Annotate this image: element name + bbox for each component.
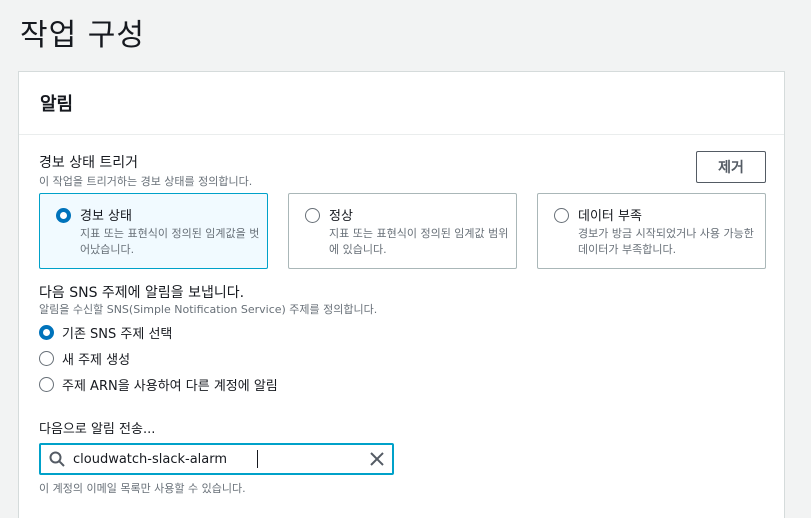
insufficient-data-radio[interactable] (554, 208, 569, 223)
alarm-state-trigger-description: 이 작업을 트리거하는 경보 상태를 정의합니다. (39, 175, 253, 188)
notification-panel: 알림 경보 상태 트리거 이 작업을 트리거하는 경보 상태를 정의합니다. 제… (18, 71, 785, 518)
clear-icon[interactable] (369, 451, 385, 471)
tile-description: 경보가 방금 시작되었거나 사용 가능한 데이터가 부족합니다. (578, 227, 754, 256)
topic-arn-label: 주제 ARN을 사용하여 다른 계정에 알림 (62, 379, 278, 394)
topic-search-input[interactable] (73, 449, 358, 469)
panel-title: 알림 (40, 94, 74, 115)
tile-title: 정상 (329, 209, 353, 224)
sns-topic-description: 알림을 수신할 SNS(Simple Notification Service)… (39, 303, 378, 316)
tile-description: 지표 또는 표현식이 정의된 임계값을 벗어났습니다. (80, 227, 260, 256)
alarm-state-trigger-label: 경보 상태 트리거 (39, 155, 139, 171)
text-caret (257, 450, 258, 468)
new-topic-label: 새 주제 생성 (62, 353, 131, 368)
tile-title: 경보 상태 (80, 209, 132, 224)
tile-insufficient-data[interactable]: 데이터 부족 경보가 방금 시작되었거나 사용 가능한 데이터가 부족합니다. (537, 193, 766, 269)
tile-in-alarm[interactable]: 경보 상태 지표 또는 표현식이 정의된 임계값을 벗어났습니다. (39, 193, 268, 269)
tile-title: 데이터 부족 (578, 209, 642, 224)
ok-radio[interactable] (305, 208, 320, 223)
page-title: 작업 구성 (20, 18, 145, 53)
existing-topic-radio[interactable] (39, 325, 54, 340)
remove-button[interactable]: 제거 (696, 151, 766, 183)
sns-topic-label: 다음 SNS 주제에 알림을 보냅니다. (39, 285, 245, 301)
send-to-hint: 이 계정의 이메일 목록만 사용할 수 있습니다. (39, 482, 246, 495)
in-alarm-radio[interactable] (56, 208, 71, 223)
topic-arn-radio[interactable] (39, 377, 54, 392)
panel-header: 알림 (19, 72, 784, 135)
send-notification-label: 다음으로 알림 전송... (39, 422, 156, 437)
existing-topic-label: 기존 SNS 주제 선택 (62, 327, 173, 342)
topic-search-field[interactable] (39, 443, 394, 475)
search-icon (49, 451, 65, 471)
tile-description: 지표 또는 표현식이 정의된 임계값 범위에 있습니다. (329, 227, 509, 256)
new-topic-radio[interactable] (39, 351, 54, 366)
tile-ok[interactable]: 정상 지표 또는 표현식이 정의된 임계값 범위에 있습니다. (288, 193, 517, 269)
